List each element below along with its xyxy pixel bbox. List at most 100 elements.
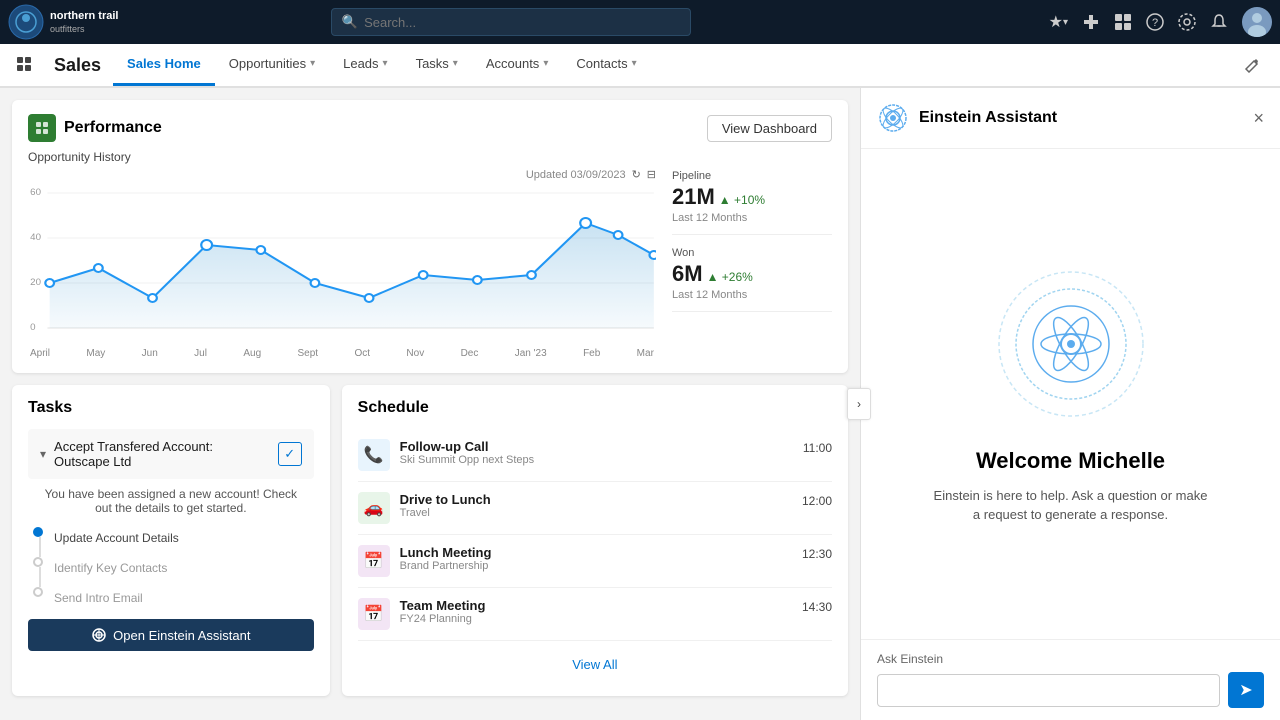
einstein-logo bbox=[877, 102, 909, 134]
schedule-title: Schedule bbox=[358, 399, 832, 417]
collapse-panel-button[interactable]: › bbox=[847, 388, 871, 420]
tab-accounts[interactable]: Accounts ▾ bbox=[472, 44, 563, 86]
gear-icon bbox=[1178, 13, 1196, 31]
chart-container: Opportunity History Updated 03/09/2023 ↻… bbox=[28, 150, 656, 359]
bottom-row: Tasks ▾ Accept Transfered Account: Outsc… bbox=[12, 385, 848, 696]
pipeline-period: Last 12 Months bbox=[672, 212, 832, 224]
car-icon: 🚗 bbox=[358, 492, 390, 524]
settings-button[interactable] bbox=[1178, 13, 1196, 31]
chevron-down-icon: ▾ bbox=[453, 58, 458, 69]
chevron-down-icon: ▾ bbox=[1063, 17, 1068, 28]
edit-nav-button[interactable] bbox=[1232, 44, 1272, 86]
ask-einstein-input[interactable] bbox=[877, 674, 1220, 707]
chart-area: Opportunity History Updated 03/09/2023 ↻… bbox=[28, 150, 832, 359]
schedule-sub: Brand Partnership bbox=[400, 560, 792, 572]
logo-area: northern trail outfitters bbox=[8, 4, 148, 40]
filter-icon[interactable]: ⊟ bbox=[647, 168, 656, 181]
pipeline-label: Pipeline bbox=[672, 170, 832, 182]
app-launcher-button[interactable] bbox=[8, 44, 42, 86]
app-name: Sales bbox=[42, 44, 113, 86]
ask-label: Ask Einstein bbox=[877, 652, 1264, 666]
setup-icon bbox=[1114, 13, 1132, 31]
task-check-button[interactable]: ✓ bbox=[278, 442, 302, 466]
opportunity-chart: 60 40 20 0 bbox=[28, 185, 656, 345]
schedule-item-0: 📞 Follow-up Call Ski Summit Opp next Ste… bbox=[358, 429, 832, 482]
tasks-title: Tasks bbox=[28, 399, 314, 417]
open-einstein-label: Open Einstein Assistant bbox=[113, 628, 250, 643]
view-dashboard-button[interactable]: View Dashboard bbox=[707, 115, 832, 142]
chart-title: Opportunity History bbox=[28, 150, 656, 164]
app-navigation: Sales Sales Home Opportunities ▾ Leads ▾… bbox=[0, 44, 1280, 88]
calendar-icon: 📅 bbox=[358, 545, 390, 577]
tab-sales-home[interactable]: Sales Home bbox=[113, 44, 215, 86]
einstein-welcome: Welcome Michelle bbox=[976, 448, 1165, 474]
todo-item-1: Update Account Details bbox=[28, 527, 314, 557]
search-icon: 🔍 bbox=[342, 14, 358, 30]
schedule-sub: FY24 Planning bbox=[400, 613, 792, 625]
send-button[interactable]: ➤ bbox=[1228, 672, 1264, 708]
todo-item-2: Identify Key Contacts bbox=[28, 557, 314, 587]
schedule-sub: Ski Summit Opp next Steps bbox=[400, 454, 793, 466]
main-content: Performance View Dashboard Opportunity H… bbox=[0, 88, 1280, 720]
won-delta: ▲ +26% bbox=[707, 270, 753, 284]
pipeline-metric: Pipeline 21M ▲ +10% Last 12 Months bbox=[672, 170, 832, 235]
help-button[interactable]: ? bbox=[1146, 13, 1164, 31]
chart-labels: April May Jun Jul Aug Sept Oct Nov Dec J… bbox=[28, 348, 656, 359]
performance-card: Performance View Dashboard Opportunity H… bbox=[12, 100, 848, 373]
chart-updated: Updated 03/09/2023 bbox=[526, 169, 626, 181]
einstein-description: Einstein is here to help. Ask a question… bbox=[931, 486, 1211, 525]
tab-leads[interactable]: Leads ▾ bbox=[329, 44, 401, 86]
tab-opportunities[interactable]: Opportunities ▾ bbox=[215, 44, 329, 86]
close-button[interactable]: × bbox=[1253, 109, 1264, 127]
schedule-card: Schedule 📞 Follow-up Call Ski Summit Opp… bbox=[342, 385, 848, 696]
favorites-button[interactable]: ★ ▾ bbox=[1049, 12, 1068, 32]
tab-tasks[interactable]: Tasks ▾ bbox=[402, 44, 472, 86]
schedule-sub: Travel bbox=[400, 507, 792, 519]
chevron-down-icon: ▾ bbox=[632, 58, 637, 69]
brand-sub: outfitters bbox=[50, 24, 118, 34]
brand-name: northern trail bbox=[50, 10, 118, 23]
chevron-down-icon: ▾ bbox=[383, 58, 388, 69]
notifications-button[interactable] bbox=[1210, 13, 1228, 31]
tasks-card: Tasks ▾ Accept Transfered Account: Outsc… bbox=[12, 385, 330, 696]
todo-label: Send Intro Email bbox=[48, 587, 143, 605]
schedule-item-2: 📅 Lunch Meeting Brand Partnership 12:30 bbox=[358, 535, 832, 588]
global-search[interactable]: 🔍 bbox=[331, 8, 691, 36]
performance-title: Performance bbox=[64, 119, 162, 137]
task-name: Accept Transfered Account: Outscape Ltd bbox=[54, 439, 270, 469]
svg-text:?: ? bbox=[1152, 17, 1158, 29]
view-all-button[interactable]: View All bbox=[358, 647, 832, 682]
chart-meta: Updated 03/09/2023 ↻ ⊟ bbox=[28, 168, 656, 181]
pipeline-delta: ▲ +10% bbox=[719, 193, 765, 207]
svg-text:0: 0 bbox=[30, 322, 35, 332]
todo-label: Update Account Details bbox=[48, 527, 179, 557]
open-einstein-button[interactable]: Open Einstein Assistant bbox=[28, 619, 314, 651]
schedule-time: 11:00 bbox=[803, 439, 832, 455]
top-navigation: northern trail outfitters 🔍 ★ ▾ ? bbox=[0, 0, 1280, 44]
todo-status-dot bbox=[33, 527, 43, 537]
schedule-time: 12:30 bbox=[802, 545, 832, 561]
add-button[interactable] bbox=[1082, 13, 1100, 31]
einstein-body: Welcome Michelle Einstein is here to hel… bbox=[861, 149, 1280, 639]
chevron-down-icon: ▾ bbox=[40, 447, 46, 461]
chevron-down-icon: ▾ bbox=[543, 58, 548, 69]
pipeline-value: 21M bbox=[672, 184, 715, 210]
won-label: Won bbox=[672, 247, 832, 259]
schedule-name: Team Meeting bbox=[400, 598, 792, 613]
svg-text:40: 40 bbox=[30, 232, 41, 242]
setup-help-button[interactable] bbox=[1114, 13, 1132, 31]
schedule-time: 12:00 bbox=[802, 492, 832, 508]
search-input[interactable] bbox=[364, 15, 680, 30]
tab-contacts[interactable]: Contacts ▾ bbox=[562, 44, 650, 86]
chevron-down-icon: ▾ bbox=[310, 58, 315, 69]
star-icon: ★ bbox=[1049, 12, 1063, 32]
refresh-icon[interactable]: ↻ bbox=[632, 168, 641, 181]
schedule-item-3: 📅 Team Meeting FY24 Planning 14:30 bbox=[358, 588, 832, 641]
svg-text:60: 60 bbox=[30, 187, 41, 197]
pencil-icon bbox=[1244, 57, 1260, 73]
task-item[interactable]: ▾ Accept Transfered Account: Outscape Lt… bbox=[28, 429, 314, 479]
avatar-image bbox=[1242, 7, 1272, 37]
avatar[interactable] bbox=[1242, 7, 1272, 37]
won-value: 6M bbox=[672, 261, 703, 287]
logo-icon bbox=[8, 4, 44, 40]
